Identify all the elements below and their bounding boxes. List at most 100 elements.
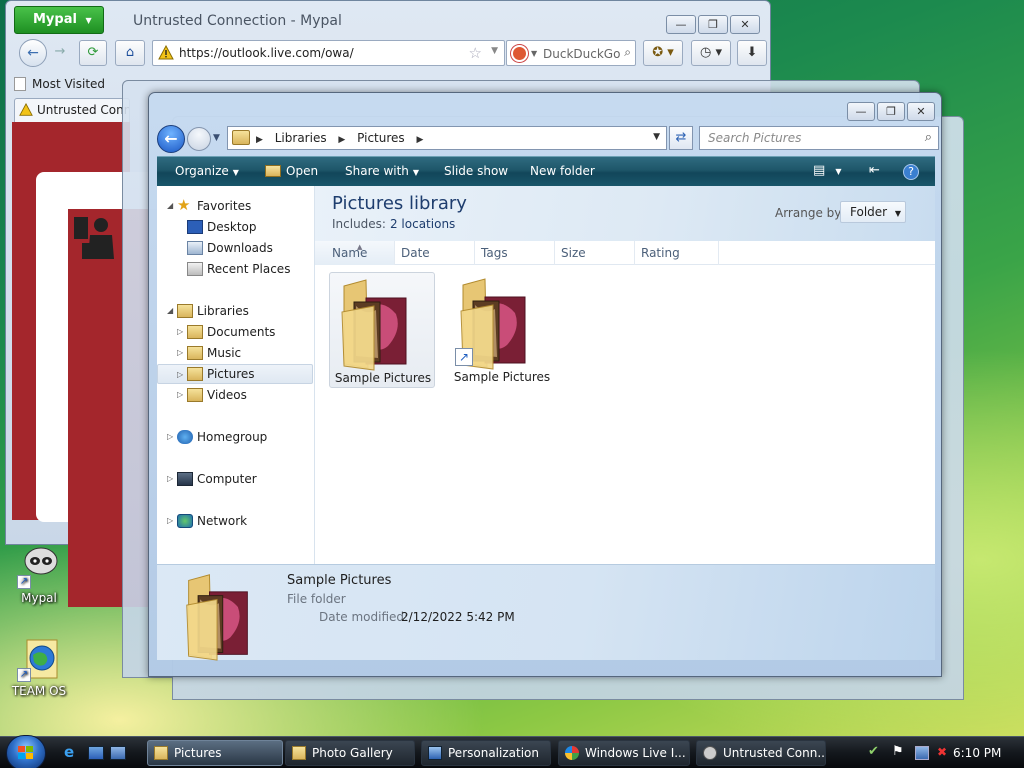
nav-pictures[interactable]: ▷ Pictures	[157, 364, 313, 384]
nav-recent-places[interactable]: Recent Places	[157, 259, 313, 279]
close-button[interactable]: ✕	[730, 15, 760, 34]
forward-button[interactable]: →	[49, 40, 71, 66]
internet-explorer-icon[interactable]: e	[64, 743, 82, 761]
search-icon[interactable]: ⌕	[624, 45, 631, 60]
bookmarks-button[interactable]: ✪ ▾	[643, 40, 683, 66]
start-button[interactable]	[6, 735, 46, 768]
breadcrumb-pictures[interactable]: Pictures	[357, 131, 405, 145]
bookmark-most-visited[interactable]: Most Visited	[14, 77, 105, 91]
taskbar: e Pictures Photo Gallery Personalization…	[0, 735, 1024, 768]
nav-documents[interactable]: ▷ Documents	[157, 322, 313, 342]
column-tags[interactable]: Tags	[475, 241, 555, 265]
collapsed-triangle-icon[interactable]: ▷	[177, 343, 183, 363]
collapsed-triangle-icon[interactable]: ▷	[177, 322, 183, 342]
chevron-right-icon[interactable]: ▶	[338, 135, 345, 145]
home-button[interactable]: ⌂	[115, 40, 145, 66]
browser-tab[interactable]: Untrusted Connection	[14, 98, 130, 122]
browser-menu-button[interactable]: Mypal ▼	[14, 6, 104, 34]
taskbar-task-untrusted-connection[interactable]: Untrusted Conn...	[696, 740, 826, 766]
chevron-down-icon: ▼	[85, 16, 92, 25]
back-button[interactable]: ←	[157, 125, 185, 153]
library-locations-link[interactable]: 2 locations	[390, 217, 455, 231]
arrange-by-dropdown[interactable]: Folder ▼	[840, 201, 906, 223]
homegroup-icon	[177, 430, 193, 444]
browser-search-bar[interactable]: ▼ DuckDuckGo ⌕	[506, 40, 636, 66]
downloads-button[interactable]: ⬇	[737, 40, 767, 66]
column-headers: ▲ Name Date Tags Size Rating	[315, 241, 935, 265]
show-desktop-icon[interactable]	[88, 746, 104, 760]
nav-desktop[interactable]: Desktop	[157, 217, 313, 237]
share-with-button[interactable]: Share with ▼	[345, 164, 419, 178]
reload-button[interactable]: ⟳	[79, 40, 107, 66]
collapsed-triangle-icon[interactable]: ▷	[177, 365, 183, 385]
collapsed-triangle-icon[interactable]: ▷	[167, 427, 173, 447]
clock[interactable]: 6:10 PM	[953, 746, 1001, 760]
minimize-button[interactable]: —	[666, 15, 696, 34]
volume-muted-icon[interactable]: ✖	[937, 745, 951, 759]
library-header: Pictures library Includes: 2 locations Ar…	[315, 186, 935, 241]
security-icon[interactable]: ✔	[868, 744, 882, 759]
breadcrumb-libraries[interactable]: Libraries	[275, 131, 327, 145]
taskbar-task-pictures[interactable]: Pictures	[147, 740, 283, 766]
column-name[interactable]: ▲ Name	[315, 241, 395, 265]
folder-shortcut-item[interactable]: ↗ Sample Pictures	[449, 272, 555, 388]
nav-computer[interactable]: ▷ Computer	[157, 469, 313, 489]
nav-videos[interactable]: ▷ Videos	[157, 385, 313, 405]
column-size[interactable]: Size	[555, 241, 635, 265]
close-button[interactable]: ✕	[907, 102, 935, 121]
arrow-left-icon: ←	[27, 45, 39, 61]
minimize-button[interactable]: —	[847, 102, 875, 121]
back-button[interactable]: ←	[19, 39, 47, 67]
maximize-button[interactable]: ❐	[877, 102, 905, 121]
change-view-icon[interactable]: ▤ ▼	[813, 163, 842, 178]
collapsed-triangle-icon[interactable]: ▷	[167, 469, 173, 489]
column-rating[interactable]: Rating	[635, 241, 719, 265]
preview-pane-icon[interactable]: ⇤	[869, 163, 880, 178]
taskbar-task-windows-live[interactable]: Windows Live I...	[558, 740, 690, 766]
search-placeholder: Search Pictures	[708, 131, 802, 145]
duckduckgo-icon	[511, 45, 528, 62]
url-bar[interactable]: https://outlook.live.com/owa/ ☆ ▼	[152, 40, 505, 66]
taskbar-task-photo-gallery[interactable]: Photo Gallery	[285, 740, 415, 766]
chevron-right-icon[interactable]: ▶	[417, 135, 424, 145]
star-icon[interactable]: ☆	[469, 44, 482, 62]
nav-downloads[interactable]: Downloads	[157, 238, 313, 258]
collapsed-triangle-icon[interactable]: ▷	[177, 385, 183, 405]
details-date-value: 2/12/2022 5:42 PM	[401, 610, 515, 624]
help-icon[interactable]: ?	[903, 164, 919, 180]
address-bar[interactable]: ▶ Libraries ▶ Pictures ▶ ▼	[227, 126, 667, 150]
expanded-triangle-icon[interactable]: ◢	[167, 301, 173, 321]
nav-libraries[interactable]: ◢ Libraries	[157, 301, 313, 321]
address-dropdown[interactable]: ▼	[653, 132, 660, 142]
new-folder-button[interactable]: New folder	[530, 164, 595, 178]
music-library-icon	[187, 346, 203, 360]
switch-windows-icon[interactable]	[110, 746, 126, 760]
nav-network[interactable]: ▷ Network	[157, 511, 313, 531]
desktop-icon-team-os[interactable]: ↗ TEAM OS	[4, 638, 74, 698]
open-button[interactable]: Open	[265, 164, 318, 178]
nav-music[interactable]: ▷ Music	[157, 343, 313, 363]
refresh-button[interactable]: ⇄	[669, 126, 693, 150]
maximize-button[interactable]: ❐	[698, 15, 728, 34]
chevron-down-icon[interactable]: ▼	[491, 46, 498, 56]
folder-item[interactable]: Sample Pictures	[329, 272, 435, 388]
nav-homegroup[interactable]: ▷ Homegroup	[157, 427, 313, 447]
action-center-flag-icon[interactable]: ⚑	[892, 744, 906, 759]
nav-favorites[interactable]: ◢ ★ Favorites	[157, 196, 313, 216]
forward-button[interactable]	[187, 127, 211, 151]
taskbar-task-personalization[interactable]: Personalization	[421, 740, 551, 766]
tab-title: Untrusted Connection	[37, 103, 129, 117]
browser-title: Untrusted Connection - Mypal	[133, 13, 342, 29]
network-icon[interactable]	[915, 746, 929, 760]
desktop-icon-mypal[interactable]: ↗ Mypal	[4, 545, 74, 605]
expanded-triangle-icon[interactable]: ◢	[167, 196, 173, 216]
search-input[interactable]: Search Pictures ⌕	[699, 126, 939, 150]
collapsed-triangle-icon[interactable]: ▷	[167, 511, 173, 531]
organize-button[interactable]: Organize ▼	[175, 164, 239, 178]
recent-pages-dropdown[interactable]: ▼	[213, 133, 220, 143]
globe-icon: ↗	[17, 638, 61, 682]
history-button[interactable]: ◷ ▾	[691, 40, 731, 66]
explorer-body: ◢ ★ Favorites Desktop Downloads Recent P…	[157, 186, 935, 661]
slide-show-button[interactable]: Slide show	[444, 164, 508, 178]
column-date[interactable]: Date	[395, 241, 475, 265]
